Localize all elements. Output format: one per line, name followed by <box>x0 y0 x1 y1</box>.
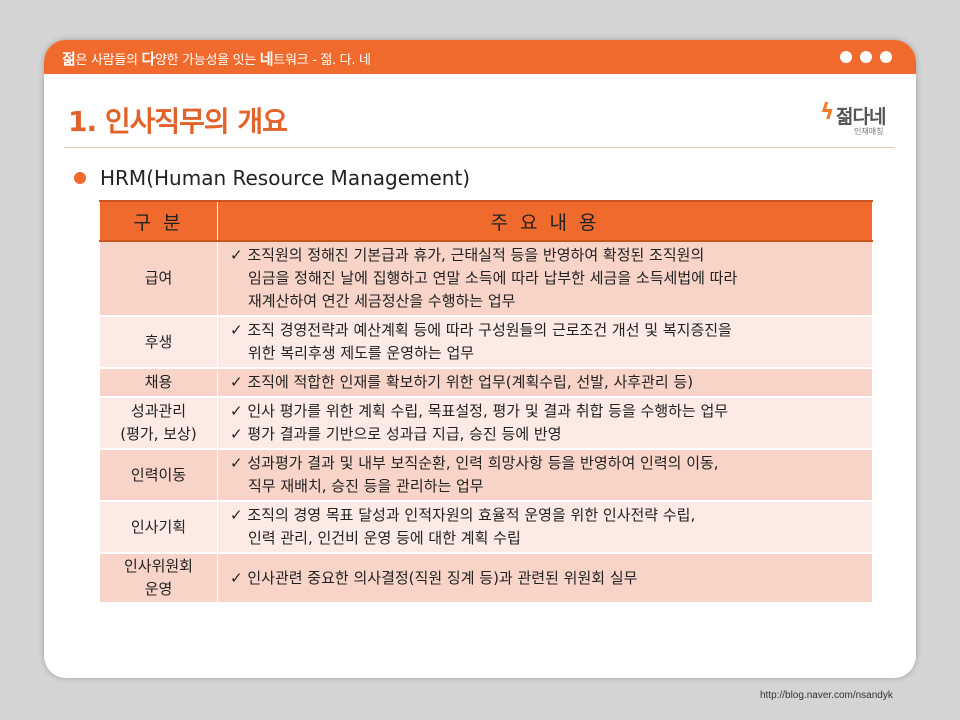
table-row: 후생 ✓ 조직 경영전략과 예산계획 등에 따라 구성원들의 근로조건 개선 및 … <box>99 315 873 369</box>
header-content: 주 요 내 용 <box>217 200 873 242</box>
description-line: ✓ 조직에 적합한 인재를 확보하기 위한 업무(계획수립, 선발, 사후관리 … <box>230 371 872 394</box>
description-line: ✓ 평가 결과를 기반으로 성과급 지급, 승진 등에 반영 <box>230 423 872 446</box>
window-dots <box>840 51 892 63</box>
page-title: 1. 인사직무의 개요 <box>68 105 288 138</box>
category-label: 인사위원회 <box>123 557 193 575</box>
title-divider <box>64 147 894 148</box>
description-text: 조직 경영전략과 예산계획 등에 따라 구성원들의 근로조건 개선 및 복지증진… <box>247 321 732 339</box>
row-category: 인력이동 <box>99 448 218 502</box>
category-label: 인사기획 <box>130 517 187 536</box>
section-heading: HRM(Human Resource Management) <box>100 166 471 190</box>
category-label: 채용 <box>144 373 173 391</box>
dot-icon <box>840 51 852 63</box>
row-category: 인사위원회운영 <box>99 552 218 603</box>
tagline-segment: 양한 가능성을 잇는 <box>155 53 260 68</box>
bullet-dot-icon <box>74 172 86 184</box>
header-category: 구 분 <box>99 200 218 242</box>
check-icon: ✓ <box>230 454 248 472</box>
dot-icon <box>860 51 872 63</box>
description-text: 조직에 적합한 인재를 확보하기 위한 업무(계획수립, 선발, 사후관리 등) <box>247 373 694 391</box>
table-header-row: 구 분 주 요 내 용 <box>99 200 873 242</box>
description-text: 평가 결과를 기반으로 성과급 지급, 승진 등에 반영 <box>247 425 562 443</box>
check-icon: ✓ <box>230 425 248 443</box>
logo-name: 젊다네 <box>836 106 886 128</box>
description-line: ✓ 인사관련 중요한 의사결정(직원 징계 등)과 관련된 위원회 실무 <box>230 567 872 590</box>
tagline-segment: 젊 <box>62 50 76 68</box>
lightning-icon: ϟ <box>820 100 835 125</box>
check-icon: ✓ <box>230 568 248 587</box>
category-label: 운영 <box>144 580 173 598</box>
hrm-table: 구 분 주 요 내 용 급여 ✓ 조직원의 정해진 기본급과 휴가, 근태실적 등… <box>99 200 873 603</box>
description-line: ✓ 조직의 경영 목표 달성과 인적자원의 효율적 운영을 위한 인사전략 수립… <box>230 504 872 527</box>
row-category: 급여 <box>99 240 218 317</box>
description-line: 직무 재배치, 승진 등을 관리하는 업무 <box>230 475 872 498</box>
row-category: 인사기획 <box>99 500 218 554</box>
slide-card: 젊은 사람들의 다양한 가능성을 잇는 네트워크 - 젊. 다. 네 1. 인사… <box>44 40 916 678</box>
description-line: ✓ 인사 평가를 위한 계획 수립, 목표설정, 평가 및 결과 취합 등을 수… <box>230 400 872 423</box>
tagline-segment: 은 사람들의 <box>75 53 142 68</box>
row-description: ✓ 인사관련 중요한 의사결정(직원 징계 등)과 관련된 위원회 실무 <box>217 552 873 603</box>
table-row: 채용 ✓ 조직에 적합한 인재를 확보하기 위한 업무(계획수립, 선발, 사후관… <box>99 367 873 398</box>
row-description: ✓ 조직원의 정해진 기본급과 휴가, 근태실적 등을 반영하여 확정된 조직원… <box>217 240 873 317</box>
row-category: 채용 <box>99 367 218 398</box>
description-line: ✓ 성과평가 결과 및 내부 보직순환, 인력 희망사항 등을 반영하여 인력의… <box>230 452 872 475</box>
row-description: ✓ 인사 평가를 위한 계획 수립, 목표설정, 평가 및 결과 취합 등을 수… <box>217 396 873 450</box>
tagline-segment: 트워크 - 젊. 다. 네 <box>273 53 371 68</box>
check-icon: ✓ <box>230 402 248 420</box>
category-label: (평가, 보상) <box>120 425 197 443</box>
tagline-segment: 다 <box>141 50 155 68</box>
section-bullet: HRM(Human Resource Management) <box>74 166 470 190</box>
logo-sub: 인재매칭 <box>854 127 884 136</box>
row-category: 후생 <box>99 315 218 369</box>
row-description: ✓ 조직 경영전략과 예산계획 등에 따라 구성원들의 근로조건 개선 및 복지… <box>217 315 873 369</box>
table-row: 인사위원회운영 ✓ 인사관련 중요한 의사결정(직원 징계 등)과 관련된 위원회… <box>99 552 873 603</box>
check-icon: ✓ <box>230 373 248 391</box>
description-text: 위한 복리후생 제도를 운영하는 업무 <box>248 344 475 362</box>
description-line: 위한 복리후생 제도를 운영하는 업무 <box>230 342 872 365</box>
top-banner: 젊은 사람들의 다양한 가능성을 잇는 네트워크 - 젊. 다. 네 <box>44 40 916 74</box>
dot-icon <box>880 51 892 63</box>
tagline-segment: 네 <box>259 50 274 68</box>
footer-url: http://blog.naver.com/nsandyk <box>760 690 893 701</box>
description-text: 인사관련 중요한 의사결정(직원 징계 등)과 관련된 위원회 실무 <box>247 568 638 587</box>
category-label: 성과관리 <box>130 402 187 420</box>
row-description: ✓ 조직의 경영 목표 달성과 인적자원의 효율적 운영을 위한 인사전략 수립… <box>217 500 873 554</box>
category-label: 후생 <box>144 332 173 351</box>
brand-logo: ϟ 젊다네 인재매칭 <box>820 98 900 142</box>
category-label: 급여 <box>144 269 173 287</box>
description-line: 임금을 정해진 날에 집행하고 연말 소득에 따라 납부한 세금을 소득세법에 … <box>230 267 872 290</box>
tagline: 젊은 사람들의 다양한 가능성을 잇는 네트워크 - 젊. 다. 네 <box>62 48 371 69</box>
description-line: 재계산하여 연간 세금정산을 수행하는 업무 <box>230 290 872 313</box>
description-text: 임금을 정해진 날에 집행하고 연말 소득에 따라 납부한 세금을 소득세법에 … <box>248 269 738 287</box>
description-text: 재계산하여 연간 세금정산을 수행하는 업무 <box>248 292 516 310</box>
table-row: 성과관리 (평가, 보상) ✓ 인사 평가를 위한 계획 수립, 목표설정, 평가 … <box>99 396 873 450</box>
row-description: ✓ 조직에 적합한 인재를 확보하기 위한 업무(계획수립, 선발, 사후관리 … <box>217 367 873 398</box>
description-line: ✓ 조직 경영전략과 예산계획 등에 따라 구성원들의 근로조건 개선 및 복지… <box>230 319 872 342</box>
description-line: ✓ 조직원의 정해진 기본급과 휴가, 근태실적 등을 반영하여 확정된 조직원… <box>230 244 872 267</box>
check-icon: ✓ <box>230 321 248 339</box>
description-text: 조직의 경영 목표 달성과 인적자원의 효율적 운영을 위한 인사전략 수립, <box>247 506 696 524</box>
table-row: 인사기획 ✓ 조직의 경영 목표 달성과 인적자원의 효율적 운영을 위한 인사전… <box>99 500 873 554</box>
check-icon: ✓ <box>230 246 248 264</box>
table-row: 인력이동 ✓ 성과평가 결과 및 내부 보직순환, 인력 희망사항 등을 반영하여… <box>99 448 873 502</box>
description-line: 인력 관리, 인건비 운영 등에 대한 계획 수립 <box>230 527 872 550</box>
table-row: 급여 ✓ 조직원의 정해진 기본급과 휴가, 근태실적 등을 반영하여 확정된 조… <box>99 240 873 317</box>
row-description: ✓ 성과평가 결과 및 내부 보직순환, 인력 희망사항 등을 반영하여 인력의… <box>217 448 873 502</box>
description-text: 조직원의 정해진 기본급과 휴가, 근태실적 등을 반영하여 확정된 조직원의 <box>247 246 705 264</box>
description-text: 인사 평가를 위한 계획 수립, 목표설정, 평가 및 결과 취합 등을 수행하… <box>247 402 729 420</box>
description-text: 인력 관리, 인건비 운영 등에 대한 계획 수립 <box>248 529 521 547</box>
check-icon: ✓ <box>230 506 248 524</box>
description-text: 성과평가 결과 및 내부 보직순환, 인력 희망사항 등을 반영하여 인력의 이… <box>247 454 719 472</box>
row-category: 성과관리 (평가, 보상) <box>99 396 218 450</box>
description-text: 직무 재배치, 승진 등을 관리하는 업무 <box>248 477 484 495</box>
category-label: 인력이동 <box>130 465 187 484</box>
